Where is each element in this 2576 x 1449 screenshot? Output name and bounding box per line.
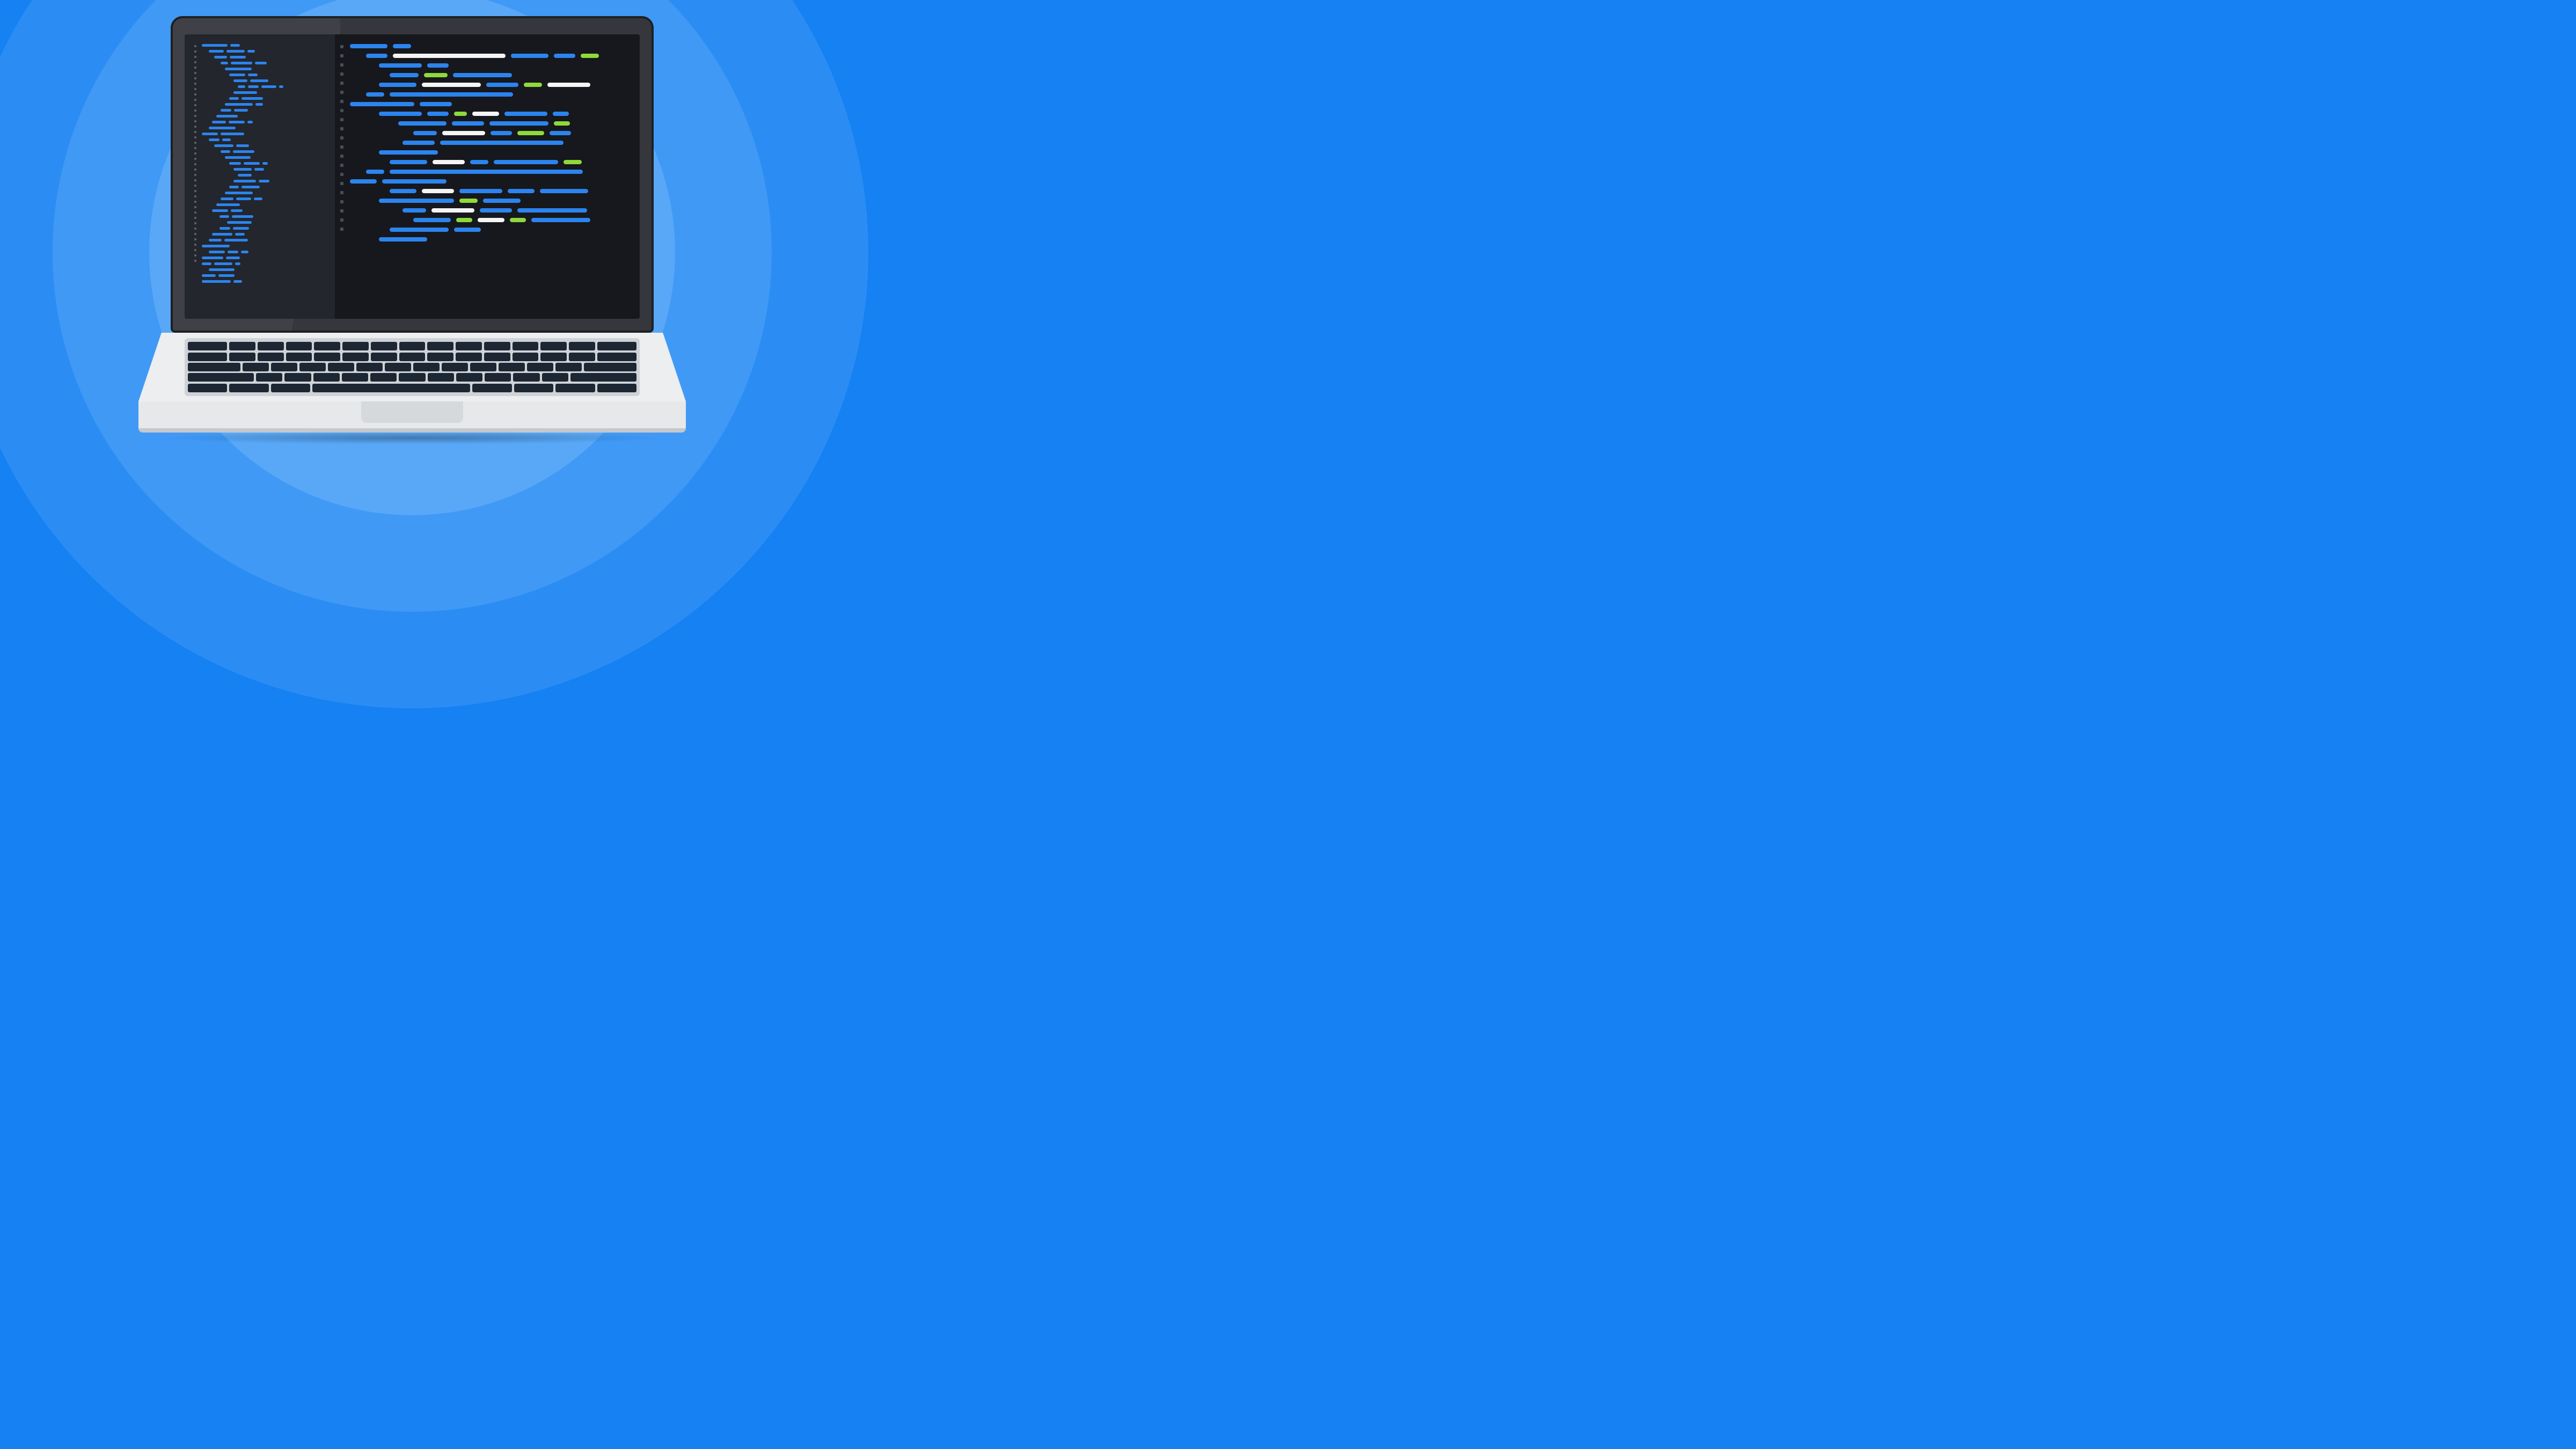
keyboard-key — [342, 353, 369, 361]
keyboard-key — [540, 342, 567, 350]
keyboard-key — [485, 373, 511, 382]
keyboard-key — [569, 342, 595, 350]
keyboard-key — [256, 373, 282, 382]
keyboard-key — [513, 342, 539, 350]
keyboard-key — [188, 363, 240, 371]
keyboard-key — [371, 342, 397, 350]
keyboard-key — [188, 353, 227, 361]
keyboard-key — [271, 363, 297, 371]
palm-rest — [138, 401, 686, 433]
keyboard-key — [413, 363, 440, 371]
keyboard-key — [484, 353, 510, 361]
keyboard-key — [597, 384, 636, 392]
keyboard-key — [470, 363, 496, 371]
keyboard-key — [584, 363, 636, 371]
keyboard-key — [514, 384, 553, 392]
keyboard-key — [442, 363, 468, 371]
keyboard-key — [542, 373, 568, 382]
laptop-lid — [171, 16, 654, 333]
editor-main-pane — [335, 34, 640, 319]
keyboard-key — [286, 353, 312, 361]
keyboard-key — [313, 373, 340, 382]
keyboard-key — [427, 342, 453, 350]
trackpad — [361, 401, 463, 423]
keyboard-key — [456, 353, 482, 361]
keyboard-key — [314, 342, 340, 350]
keyboard-key — [258, 353, 284, 361]
keyboard-deck — [138, 333, 686, 401]
keyboard-key — [356, 363, 383, 371]
keyboard-key — [513, 353, 539, 361]
keyboard-key — [427, 353, 453, 361]
keyboard-key — [229, 342, 255, 350]
laptop-illustration — [138, 16, 686, 435]
keyboard-key — [527, 363, 553, 371]
laptop-screen — [185, 34, 640, 319]
keyboard-key — [540, 353, 567, 361]
keyboard-key — [370, 373, 397, 382]
keyboard-key — [513, 373, 539, 382]
keyboard-key — [399, 353, 426, 361]
keyboard-key — [399, 373, 425, 382]
keyboard-key — [328, 363, 354, 371]
keyboard-key — [286, 342, 312, 350]
keyboard-key — [188, 342, 227, 350]
keyboard-key — [229, 353, 255, 361]
keyboard-key — [342, 373, 368, 382]
keyboard-key — [342, 342, 369, 350]
keyboard-key — [555, 363, 582, 371]
keyboard-key — [569, 353, 595, 361]
keyboard-key — [385, 363, 411, 371]
keyboard-key — [456, 342, 482, 350]
keyboard-key — [312, 384, 470, 392]
keyboard-key — [570, 373, 636, 382]
keyboard-key — [299, 363, 326, 371]
keyboard-key — [258, 342, 284, 350]
keyboard — [185, 338, 640, 396]
keyboard-key — [243, 363, 269, 371]
code-editor — [185, 34, 640, 319]
keyboard-key — [499, 363, 525, 371]
keyboard-key — [555, 384, 595, 392]
laptop-base — [138, 333, 686, 435]
keyboard-key — [229, 384, 268, 392]
keyboard-key — [484, 342, 510, 350]
keyboard-key — [371, 353, 397, 361]
keyboard-key — [271, 384, 310, 392]
keyboard-key — [472, 384, 511, 392]
keyboard-key — [284, 373, 311, 382]
keyboard-key — [597, 353, 636, 361]
keyboard-key — [428, 373, 454, 382]
drop-shadow — [160, 431, 664, 444]
keyboard-key — [188, 373, 254, 382]
keyboard-key — [456, 373, 482, 382]
editor-minimap — [185, 34, 335, 319]
keyboard-key — [597, 342, 636, 350]
keyboard-key — [188, 384, 227, 392]
keyboard-key — [399, 342, 426, 350]
keyboard-key — [314, 353, 340, 361]
